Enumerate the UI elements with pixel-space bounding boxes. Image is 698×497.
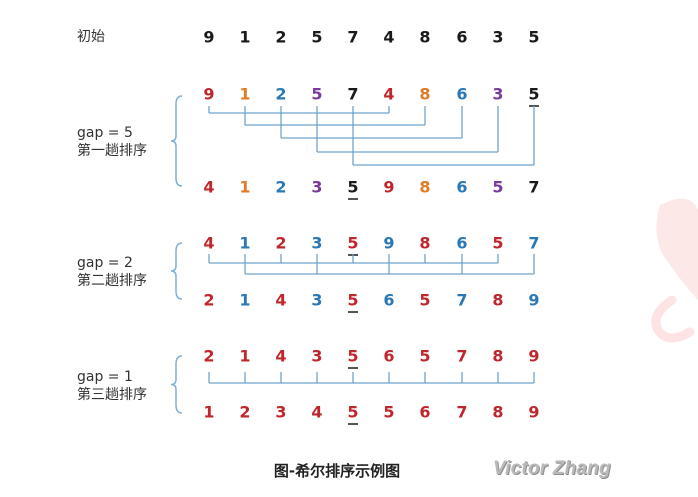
author-watermark: Victor Zhang [493,458,611,479]
number-cell: 6 [456,234,467,253]
number-cell: 6 [383,347,394,366]
number-cell: 8 [492,347,503,366]
number-cell: 8 [492,403,503,422]
number-cell: 2 [239,403,250,422]
number-cell: 2 [275,178,286,197]
number-cell: 1 [239,234,250,253]
number-cell: 8 [419,234,430,253]
background-watermark-hook [651,295,695,343]
number-cell: 9 [528,291,539,310]
shell-sort-diagram: 9 1 2 5 7 4 8 6 3 5 9 1 2 5 7 4 8 6 3 5 4 1 2 3 5 9 8 6 5 7 4 1 2 3 5 9 8 6 5 7… [0,0,698,497]
number-cell: 4 [311,403,322,422]
number-cell: 2 [275,234,286,253]
label-pass3-name: 第三趟排序 [77,387,147,403]
background-watermark-shape [656,198,698,300]
number-cell: 9 [528,347,539,366]
number-cell: 5 [528,85,539,104]
number-cell: 7 [456,347,467,366]
number-cell: 4 [203,234,214,253]
label-pass3-gap: gap = 1 [77,369,133,385]
number-cell: 9 [383,178,394,197]
number-cell: 7 [528,178,539,197]
number-cell: 5 [383,403,394,422]
number-cell: 4 [383,85,394,104]
number-cell: 2 [275,85,286,104]
number-cell: 5 [347,403,358,422]
number-cell: 7 [456,291,467,310]
number-cell: 5 [492,234,503,253]
number-cell: 8 [419,178,430,197]
number-cell: 5 [347,178,358,197]
number-cell: 3 [311,291,322,310]
number-cell: 5 [311,85,322,104]
number-cell: 3 [311,234,322,253]
number-cell: 1 [203,403,214,422]
number-cell: 3 [492,85,503,104]
pass1-brace [170,95,183,187]
number-cell: 4 [383,28,394,47]
number-cell: 7 [347,85,358,104]
decoration-layer: 9 1 2 5 7 4 8 6 3 5 9 1 2 5 7 4 8 6 3 5 4 1 2 3 5 9 8 6 5 7 4 1 2 3 5 9 8 6 5 7… [170,28,698,425]
number-cell: 5 [419,347,430,366]
label-initial: 初始 [77,29,105,45]
number-cell: 3 [311,178,322,197]
number-cell: 9 [528,403,539,422]
number-cell: 5 [347,234,358,253]
number-cell: 8 [419,28,430,47]
pass3-brace [170,355,183,414]
label-pass2-name: 第二趟排序 [77,273,147,289]
number-cell: 9 [203,28,214,47]
number-cell: 7 [456,403,467,422]
pass2-brace [170,242,183,300]
number-cell: 2 [275,28,286,47]
label-pass1-name: 第一趟排序 [77,143,147,159]
number-cell: 5 [492,178,503,197]
number-cell: 3 [492,28,503,47]
number-cell: 4 [275,291,286,310]
number-cell: 2 [203,347,214,366]
number-cell: 1 [239,291,250,310]
number-cell: 6 [383,291,394,310]
number-cell: 6 [456,178,467,197]
number-cell: 9 [383,234,394,253]
number-cell: 6 [456,85,467,104]
number-cell: 2 [203,291,214,310]
label-pass1-gap: gap = 5 [77,125,133,141]
number-cell: 7 [528,234,539,253]
number-cell: 5 [347,291,358,310]
number-cell: 4 [275,347,286,366]
number-cell: 1 [239,85,250,104]
number-cell: 8 [419,85,430,104]
number-cell: 5 [419,291,430,310]
number-cell: 3 [275,403,286,422]
number-cell: 3 [311,347,322,366]
number-cell: 6 [419,403,430,422]
number-cell: 1 [239,347,250,366]
number-cell: 5 [311,28,322,47]
number-cell: 5 [528,28,539,47]
number-cell: 1 [239,28,250,47]
number-cell: 7 [347,28,358,47]
number-cell: 9 [203,85,214,104]
number-cell: 6 [456,28,467,47]
number-cell: 5 [347,347,358,366]
number-cell: 8 [492,291,503,310]
label-pass2-gap: gap = 2 [77,255,133,271]
number-cell: 4 [203,178,214,197]
number-cell: 1 [239,178,250,197]
